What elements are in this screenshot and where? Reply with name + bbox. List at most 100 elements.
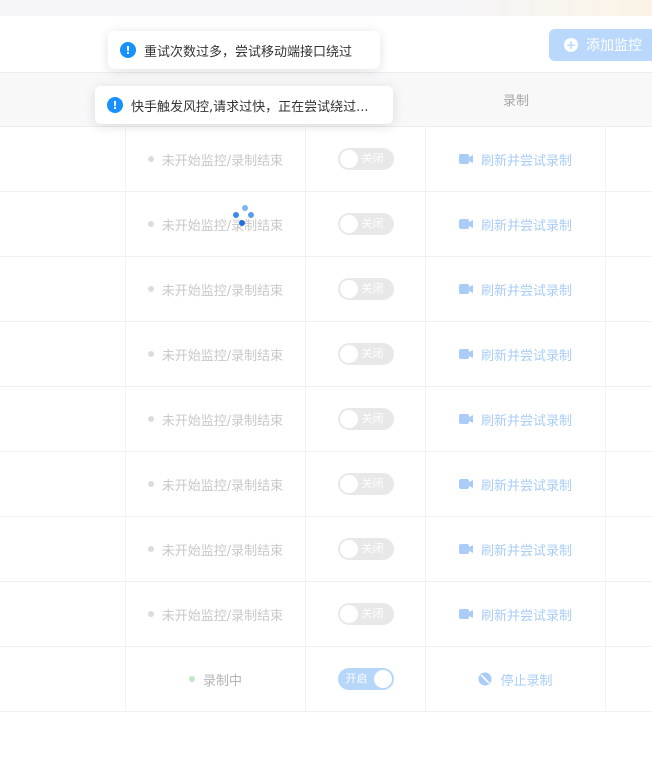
status-dot <box>147 416 154 422</box>
name-cell <box>0 257 126 321</box>
record-action-button[interactable]: 停止录制 <box>478 670 553 689</box>
table-row: 未开始监控/录制结束 关闭 刷新并尝试录制 <box>0 517 652 582</box>
table-row: 录制中 开启 停止录制 <box>0 647 652 712</box>
video-camera-icon <box>458 284 473 294</box>
status-cell: 录制中 <box>126 647 306 711</box>
record-action-label: 刷新并尝试录制 <box>480 543 572 559</box>
status-cell: 未开始监控/录制结束 <box>126 582 306 646</box>
extra-cell <box>606 387 652 451</box>
status-cell: 未开始监控/录制结束 <box>126 387 306 451</box>
name-cell <box>0 517 126 581</box>
switch-cell: 关闭 <box>306 582 426 646</box>
status-dot <box>147 221 154 227</box>
name-cell <box>0 127 126 191</box>
switch-cell: 关闭 <box>306 127 426 191</box>
plus-icon: + <box>564 38 578 52</box>
table-row: 未开始监控/录制结束 关闭 刷新并尝试录制 <box>0 192 652 257</box>
monitor-toggle[interactable]: 关闭 <box>337 603 394 625</box>
monitor-toggle[interactable]: 关闭 <box>337 408 394 430</box>
switch-cell: 关闭 <box>306 322 426 386</box>
add-monitor-label: 添加监控 <box>586 38 642 54</box>
toggle-label: 关闭 <box>361 607 384 620</box>
toggle-label: 关闭 <box>361 477 384 490</box>
toast-text: 重试次数过多，尝试移动端接口绕过 <box>144 44 353 60</box>
record-action-button[interactable]: 刷新并尝试录制 <box>458 540 572 559</box>
extra-cell <box>606 257 652 321</box>
toast-retry: ! 重试次数过多，尝试移动端接口绕过 <box>108 31 380 69</box>
record-action-button[interactable]: 刷新并尝试录制 <box>458 150 572 169</box>
status-cell: 未开始监控/录制结束 <box>126 452 306 516</box>
status-text: 未开始监控/录制结束 <box>147 215 283 234</box>
name-cell <box>0 582 126 646</box>
record-action-label: 刷新并尝试录制 <box>480 413 572 429</box>
status-text: 未开始监控/录制结束 <box>147 605 284 624</box>
monitor-toggle[interactable]: 关闭 <box>337 213 394 235</box>
switch-cell: 关闭 <box>306 387 426 451</box>
monitor-toggle[interactable]: 关闭 <box>337 473 394 495</box>
record-action-label: 刷新并尝试录制 <box>480 478 572 494</box>
table-row: 未开始监控/录制结束 关闭 刷新并尝试录制 <box>0 387 652 452</box>
status-text: 未开始监控/录制结束 <box>147 345 283 364</box>
record-cell: 刷新并尝试录制 <box>426 192 606 256</box>
toggle-knob <box>339 540 358 558</box>
stop-icon <box>478 672 492 686</box>
info-icon: ! <box>107 97 123 113</box>
record-cell: 刷新并尝试录制 <box>426 127 606 191</box>
monitor-toggle[interactable]: 关闭 <box>337 343 394 365</box>
top-bar <box>0 0 652 16</box>
table-row: 未开始监控/录制结束 关闭 刷新并尝试录制 <box>0 582 652 647</box>
status-label: 未开始监控/录制结束 <box>161 543 284 559</box>
record-cell: 刷新并尝试录制 <box>426 452 606 516</box>
monitor-toggle[interactable]: 关闭 <box>337 278 394 300</box>
table-row: 未开始监控/录制结束 关闭 刷新并尝试录制 <box>0 257 652 322</box>
video-camera-icon <box>458 544 473 554</box>
info-icon: ! <box>120 42 136 58</box>
status-dot <box>147 546 154 552</box>
video-camera-icon <box>458 349 473 359</box>
extra-cell <box>606 192 652 256</box>
record-cell: 刷新并尝试录制 <box>426 582 606 646</box>
toast-rate-limit: ! 快手触发风控,请求过快，正在尝试绕过... <box>95 86 393 124</box>
record-action-button[interactable]: 刷新并尝试录制 <box>458 215 572 234</box>
record-action-button[interactable]: 刷新并尝试录制 <box>458 345 572 364</box>
toggle-label: 关闭 <box>361 217 384 230</box>
status-label: 未开始监控/录制结束 <box>161 608 284 624</box>
status-dot <box>147 611 154 617</box>
status-label: 录制中 <box>202 673 242 689</box>
toggle-label: 开启 <box>345 672 368 685</box>
monitor-toggle[interactable]: 开启 <box>337 668 394 690</box>
status-label: 未开始监控/录制结束 <box>161 153 284 169</box>
toggle-knob <box>339 280 358 298</box>
monitor-toggle[interactable]: 关闭 <box>337 148 394 170</box>
video-camera-icon <box>458 219 473 229</box>
record-action-label: 刷新并尝试录制 <box>480 348 572 364</box>
column-header-record: 录制 <box>502 94 529 109</box>
table-row: 未开始监控/录制结束 关闭 刷新并尝试录制 <box>0 322 652 387</box>
record-action-button[interactable]: 刷新并尝试录制 <box>458 605 572 624</box>
status-cell: 未开始监控/录制结束 <box>126 192 306 256</box>
add-monitor-button[interactable]: + 添加监控 <box>549 29 652 61</box>
switch-cell: 关闭 <box>306 257 426 321</box>
toggle-label: 关闭 <box>361 347 384 360</box>
extra-cell <box>606 582 652 646</box>
record-action-button[interactable]: 刷新并尝试录制 <box>458 475 572 494</box>
status-text: 未开始监控/录制结束 <box>147 280 284 299</box>
status-cell: 未开始监控/录制结束 <box>126 517 306 581</box>
status-label: 未开始监控/录制结束 <box>161 283 284 299</box>
loading-spinner-icon <box>233 205 254 226</box>
record-action-button[interactable]: 刷新并尝试录制 <box>458 410 572 429</box>
record-action-button[interactable]: 刷新并尝试录制 <box>458 280 572 299</box>
record-action-label: 停止录制 <box>500 673 553 689</box>
name-cell <box>0 192 126 256</box>
status-text: 未开始监控/录制结束 <box>147 150 284 169</box>
monitor-toggle[interactable]: 关闭 <box>337 538 394 560</box>
name-cell <box>0 452 126 516</box>
switch-cell: 关闭 <box>306 192 426 256</box>
status-text: 未开始监控/录制结束 <box>147 540 284 559</box>
toggle-knob <box>339 605 358 623</box>
toggle-knob <box>339 215 358 233</box>
status-dot <box>147 286 154 292</box>
record-cell: 停止录制 <box>426 647 606 711</box>
video-camera-icon <box>458 479 473 489</box>
status-cell: 未开始监控/录制结束 <box>126 127 306 191</box>
